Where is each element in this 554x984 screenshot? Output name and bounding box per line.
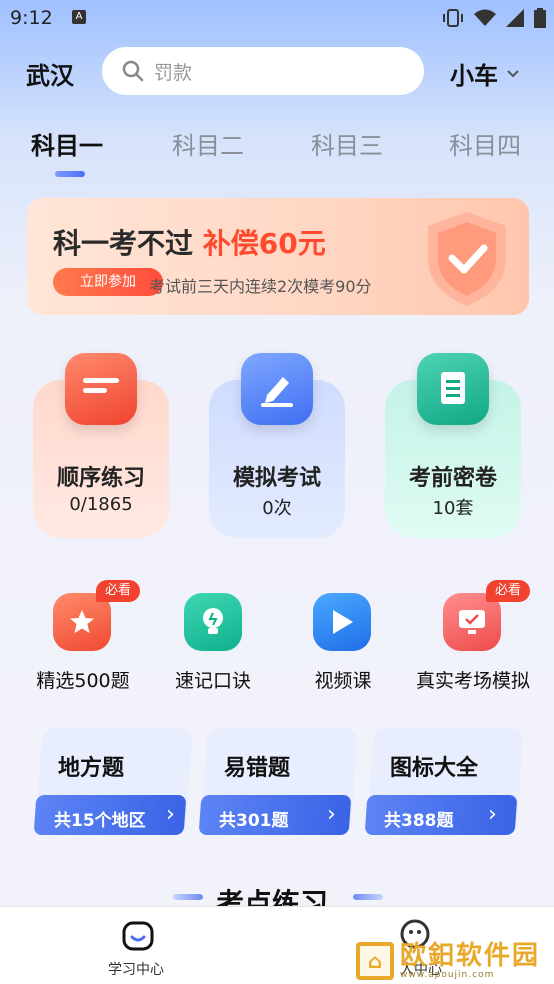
- card-subtitle: 0次: [262, 498, 292, 519]
- watermark-text: 欧鈤软件园: [400, 941, 541, 971]
- search-placeholder: 罚款: [154, 61, 193, 84]
- card-subtitle: 0/1865: [69, 494, 133, 515]
- scroll-icon: [417, 353, 489, 425]
- card-title: 模拟考试: [232, 466, 321, 491]
- topic-title: 图标大全: [390, 756, 479, 781]
- shield-icon: [428, 212, 506, 306]
- subject-tabs: 科目一 科目二 科目三 科目四: [0, 126, 554, 166]
- section-divider-left: [173, 894, 203, 900]
- wifi-icon: [474, 9, 496, 26]
- notification-icon: A: [72, 10, 86, 24]
- quick-label[interactable]: 精选500题: [18, 666, 148, 693]
- topic-title: 地方题: [58, 756, 125, 781]
- signal-icon: [506, 9, 524, 27]
- chevron-right-icon: ›: [166, 802, 175, 827]
- search-input[interactable]: 罚款: [102, 47, 424, 95]
- vehicle-selector[interactable]: 小车: [450, 56, 520, 91]
- pen-icon: [241, 353, 313, 425]
- promo-banner[interactable]: 科一考不过 补偿60元 立即参加 考试前三天内连续2次模考90分: [27, 198, 529, 315]
- vehicle-label: 小车: [450, 62, 498, 90]
- topic-title: 易错题: [224, 756, 291, 781]
- quick-label[interactable]: 视频课: [278, 666, 408, 693]
- tab-subject-1[interactable]: 科目一: [31, 126, 103, 161]
- tab-subject-4[interactable]: 科目四: [449, 126, 521, 161]
- topic-button-label: 共388题: [384, 811, 454, 831]
- watermark-emblem: ⌂: [356, 942, 394, 980]
- banner-title-prefix: 科一考不过: [53, 227, 194, 260]
- chevron-right-icon: ›: [488, 802, 497, 827]
- card-title: 考前密卷: [408, 466, 497, 491]
- nav-study-center[interactable]: 学习中心: [108, 959, 164, 979]
- bulb-icon[interactable]: [184, 593, 242, 651]
- vibrate-icon: [443, 9, 463, 27]
- topic-button-label: 共301题: [219, 811, 289, 831]
- banner-description: 考试前三天内连续2次模考90分: [149, 277, 372, 296]
- chevron-right-icon: ›: [327, 802, 336, 827]
- watermark-text-block: 欧鈤软件园 www.apoujin.com: [400, 942, 540, 980]
- status-bar: 9:12 A: [0, 0, 554, 36]
- tab-indicator: [55, 171, 85, 177]
- must-see-badge: 必看: [486, 580, 530, 602]
- must-see-badge: 必看: [96, 580, 140, 602]
- watermark-logo: ⌂ 欧鈤软件园 www.apoujin.com: [356, 938, 546, 984]
- status-time: 9:12: [10, 7, 53, 29]
- section-divider-right: [353, 894, 383, 900]
- study-center-icon[interactable]: [122, 921, 154, 951]
- status-icons: [442, 8, 546, 28]
- tab-subject-3[interactable]: 科目三: [311, 126, 383, 161]
- banner-title-highlight: 补偿60元: [202, 227, 326, 260]
- search-icon: [122, 60, 144, 82]
- chevron-down-icon: [507, 69, 519, 77]
- watermark-url: www.apoujin.com: [400, 970, 495, 980]
- card-title: 顺序练习: [56, 466, 145, 491]
- banner-title: 科一考不过 补偿60元: [53, 222, 326, 262]
- play-icon[interactable]: [313, 593, 371, 651]
- topic-button-label: 共15个地区: [54, 811, 146, 831]
- list-icon: [65, 353, 137, 425]
- tab-subject-2[interactable]: 科目二: [172, 126, 244, 161]
- city-selector[interactable]: 武汉: [26, 56, 74, 91]
- join-button[interactable]: 立即参加: [53, 268, 163, 296]
- quick-label[interactable]: 速记口诀: [148, 666, 278, 693]
- quick-label[interactable]: 真实考场模拟: [408, 666, 538, 693]
- card-subtitle: 10套: [432, 498, 474, 519]
- battery-icon: [534, 8, 546, 28]
